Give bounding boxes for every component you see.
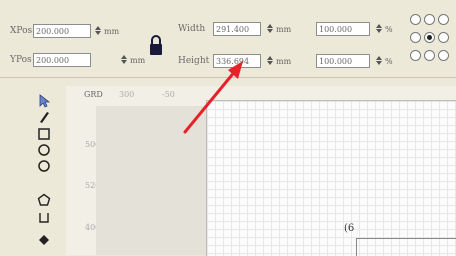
annotation-arrow xyxy=(183,61,243,134)
